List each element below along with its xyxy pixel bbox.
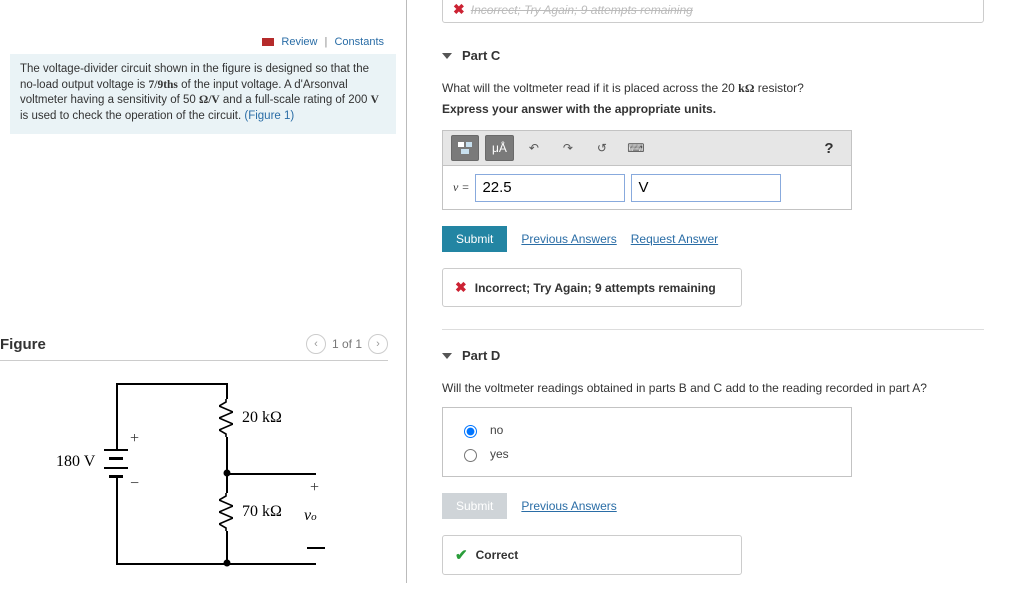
left-pane: Review | Constants The voltage-divider c… bbox=[0, 0, 406, 583]
part-d-question: Will the voltmeter readings obtained in … bbox=[442, 381, 984, 395]
part-d-title: Part D bbox=[462, 348, 500, 363]
question-text: resistor? bbox=[754, 81, 803, 95]
part-d-options: no yes bbox=[442, 407, 852, 477]
figure-title: Figure bbox=[0, 336, 46, 353]
option-no-label: no bbox=[490, 423, 503, 437]
submit-button[interactable]: Submit bbox=[442, 226, 507, 252]
caret-down-icon bbox=[442, 53, 452, 59]
review-links-row: Review | Constants bbox=[0, 0, 406, 54]
figure-header: Figure ‹ 1 of 1 › bbox=[0, 334, 388, 361]
units-button[interactable]: μÅ bbox=[485, 135, 514, 161]
submit-button-disabled: Submit bbox=[442, 493, 507, 519]
problem-V: V bbox=[371, 94, 379, 106]
circuit-diagram: + − 180 V 20 kΩ 70 kΩ + vo bbox=[96, 383, 356, 593]
right-pane: ✖ Incorrect; Try Again; 9 attempts remai… bbox=[406, 0, 1024, 583]
figure-page-indicator: 1 of 1 bbox=[332, 337, 362, 351]
part-c-title: Part C bbox=[462, 48, 500, 63]
part-d-feedback: ✔ Correct bbox=[442, 535, 742, 575]
question-text: What will the voltmeter read if it is pl… bbox=[442, 81, 738, 95]
resistor-r1 bbox=[219, 399, 233, 437]
caret-down-icon bbox=[442, 353, 452, 359]
undo-button[interactable]: ↶ bbox=[520, 135, 548, 161]
radio-no[interactable] bbox=[464, 425, 477, 438]
answer-widget: μÅ ↶ ↷ ↺ ⌨ ? v = bbox=[442, 130, 852, 210]
part-c-header[interactable]: Part C bbox=[442, 48, 984, 63]
part-c-actions: Submit Previous Answers Request Answer bbox=[442, 226, 984, 252]
vo-label: vo bbox=[304, 507, 317, 525]
resistor-r2 bbox=[219, 493, 233, 531]
source-voltage-label: 180 V bbox=[56, 453, 95, 471]
option-yes[interactable]: yes bbox=[459, 442, 835, 466]
x-icon: ✖ bbox=[453, 1, 465, 18]
problem-fraction: 7/9ths bbox=[149, 79, 178, 91]
keyboard-button[interactable]: ⌨ bbox=[622, 135, 650, 161]
answer-toolbar: μÅ ↶ ↷ ↺ ⌨ ? bbox=[442, 130, 852, 166]
check-icon: ✔ bbox=[455, 546, 468, 564]
plus-sign: + bbox=[130, 430, 139, 448]
radio-yes[interactable] bbox=[464, 449, 477, 462]
minus-sign: − bbox=[130, 475, 139, 493]
part-c-instruction: Express your answer with the appropriate… bbox=[442, 102, 984, 116]
r1-label: 20 kΩ bbox=[242, 409, 282, 427]
next-figure-button[interactable]: › bbox=[368, 334, 388, 354]
option-no[interactable]: no bbox=[459, 418, 835, 442]
problem-ohm-per-volt: Ω/V bbox=[199, 94, 220, 106]
request-answer-link[interactable]: Request Answer bbox=[631, 232, 718, 246]
separator: | bbox=[325, 36, 328, 48]
part-c-feedback: ✖ Incorrect; Try Again; 9 attempts remai… bbox=[442, 268, 742, 307]
prev-figure-button[interactable]: ‹ bbox=[306, 334, 326, 354]
flag-icon bbox=[262, 38, 274, 46]
part-d-header[interactable]: Part D bbox=[442, 348, 984, 363]
clipped-feedback-top: ✖ Incorrect; Try Again; 9 attempts remai… bbox=[442, 0, 984, 23]
feedback-text: Incorrect; Try Again; 9 attempts remaini… bbox=[475, 281, 716, 295]
review-link[interactable]: Review bbox=[281, 36, 317, 48]
help-button[interactable]: ? bbox=[815, 135, 843, 161]
figure-pagination: ‹ 1 of 1 › bbox=[306, 334, 388, 354]
redo-button[interactable]: ↷ bbox=[554, 135, 582, 161]
problem-statement: The voltage-divider circuit shown in the… bbox=[10, 54, 396, 134]
previous-answers-link[interactable]: Previous Answers bbox=[521, 499, 616, 513]
option-yes-label: yes bbox=[490, 447, 509, 461]
part-c: Part C What will the voltmeter read if i… bbox=[442, 48, 984, 307]
part-d-actions: Submit Previous Answers bbox=[442, 493, 984, 519]
reset-button[interactable]: ↺ bbox=[588, 135, 616, 161]
part-d: Part D Will the voltmeter readings obtai… bbox=[442, 348, 984, 575]
problem-text: is used to check the operation of the ci… bbox=[20, 110, 244, 122]
feedback-text: Correct bbox=[476, 548, 519, 562]
r2-label: 70 kΩ bbox=[242, 503, 282, 521]
figure-link[interactable]: (Figure 1) bbox=[244, 110, 294, 122]
answer-value-input[interactable] bbox=[475, 174, 625, 202]
constants-link[interactable]: Constants bbox=[334, 36, 384, 48]
part-c-question: What will the voltmeter read if it is pl… bbox=[442, 81, 984, 96]
vo-plus: + bbox=[310, 479, 319, 497]
kohm-symbol: kΩ bbox=[738, 81, 754, 95]
section-divider bbox=[442, 329, 984, 330]
answer-row: v = bbox=[442, 166, 852, 210]
problem-text: and a full-scale rating of 200 bbox=[220, 94, 371, 106]
equals-label: v = bbox=[453, 180, 469, 195]
x-icon: ✖ bbox=[455, 279, 467, 296]
templates-icon[interactable] bbox=[451, 135, 479, 161]
clipped-text: Incorrect; Try Again; 9 attempts remaini… bbox=[471, 3, 693, 17]
answer-unit-input[interactable] bbox=[631, 174, 781, 202]
previous-answers-link[interactable]: Previous Answers bbox=[521, 232, 616, 246]
